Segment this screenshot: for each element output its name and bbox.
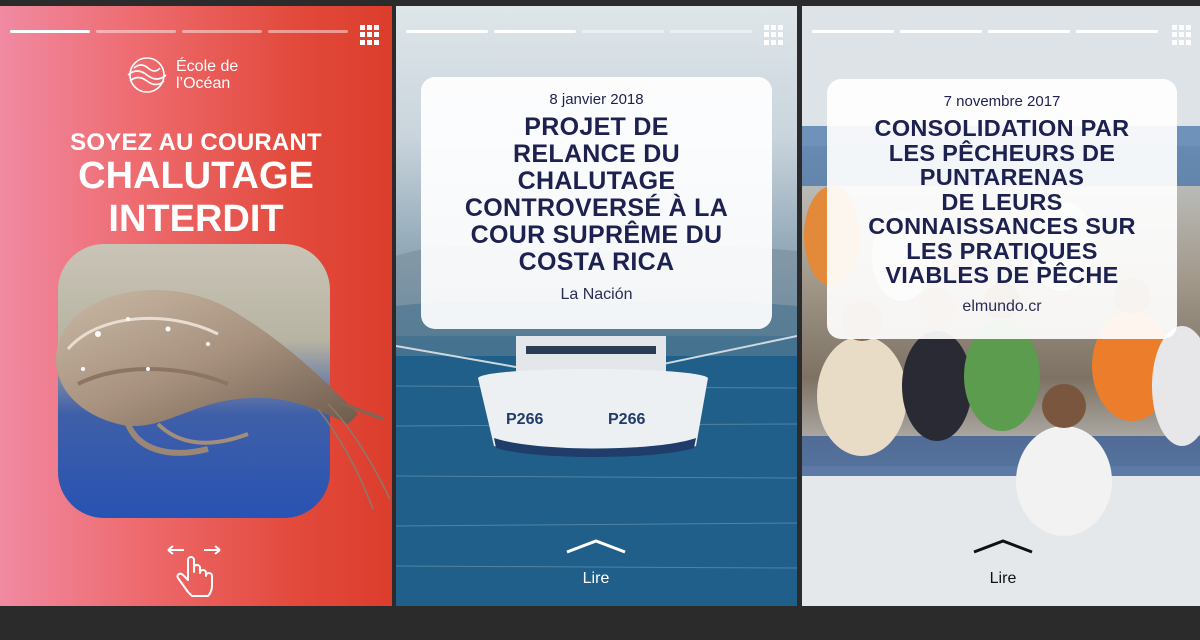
grid-icon[interactable]	[360, 25, 380, 45]
article-card[interactable]: 8 janvier 2018 PROJET DE RELANCE DU CHAL…	[421, 77, 772, 329]
headline-line: CHALUTAGE	[78, 155, 314, 197]
progress-segment	[1076, 30, 1158, 33]
headline-line: VIABLES DE PÊCHE	[885, 262, 1119, 288]
progress-segment	[268, 30, 348, 33]
headline-line: CONSOLIDATION PAR	[874, 115, 1130, 141]
chevron-up-icon	[566, 539, 626, 554]
boat-hull-number-right: P266	[608, 411, 645, 428]
story-panel-chalutage-interdit[interactable]: École de l’Océan SOYEZ AU COURANT CHALUT…	[0, 6, 392, 606]
headline-line: LES PÊCHEURS DE	[888, 139, 1116, 166]
chevron-up-icon	[973, 539, 1033, 554]
logo-text-line1: École de	[176, 58, 239, 75]
progress-segment	[900, 30, 982, 33]
headline-line: RELANCE DU	[513, 140, 680, 168]
headline-line: CONNAISSANCES SUR	[868, 213, 1136, 239]
read-button[interactable]: Lire	[968, 538, 1038, 588]
read-label: Lire	[582, 570, 610, 587]
boat-hull-number-left: P266	[506, 411, 543, 428]
headline-line: LES PRATIQUES	[906, 237, 1098, 264]
swipe-hand-icon	[167, 545, 221, 597]
progress-segment	[582, 30, 664, 33]
progress-segment	[96, 30, 176, 33]
headline-line: CONTROVERSÉ À LA	[464, 194, 729, 222]
story-progress-bar	[10, 30, 348, 33]
progress-segment	[182, 30, 262, 33]
article-source: La Nación	[560, 286, 633, 303]
headline-line: INTERDIT	[108, 198, 284, 240]
article-source: elmundo.cr	[962, 297, 1042, 315]
story-progress-bar	[812, 30, 1158, 33]
headline-line: COSTA RICA	[518, 248, 675, 276]
article-date: 8 janvier 2018	[549, 91, 644, 108]
ecole-ocean-logo-mark	[127, 57, 167, 93]
bottom-bar	[0, 606, 1200, 640]
progress-segment	[988, 30, 1070, 33]
logo-text-line2: l’Océan	[176, 75, 231, 92]
article-headline: PROJET DE RELANCE DU CHALUTAGE CONTROVER…	[421, 114, 772, 276]
story-progress-bar	[406, 30, 752, 33]
story-panel-chalutage-costa-rica[interactable]: P266 P266 8 janvier 2018 PROJET DE RELAN…	[396, 6, 797, 606]
grid-icon[interactable]	[764, 25, 784, 45]
headline-line: PROJET DE	[524, 113, 669, 141]
read-button[interactable]: Lire	[561, 538, 631, 588]
progress-segment	[10, 30, 90, 33]
progress-segment	[812, 30, 894, 33]
headline-line: PUNTARENAS	[919, 164, 1085, 190]
article-card[interactable]: 7 novembre 2017 CONSOLIDATION PAR LES PÊ…	[827, 79, 1177, 339]
story-panel-puntarenas[interactable]: 7 novembre 2017 CONSOLIDATION PAR LES PÊ…	[802, 6, 1200, 606]
headline-line: CHALUTAGE	[517, 167, 676, 195]
headline-line: DE LEURS	[941, 188, 1063, 215]
ecole-ocean-logo: École de l’Océan	[126, 56, 238, 94]
grid-icon[interactable]	[1172, 25, 1192, 45]
progress-segment	[494, 30, 576, 33]
shrimp-image	[56, 290, 391, 510]
read-label: Lire	[989, 570, 1017, 587]
progress-segment	[406, 30, 488, 33]
progress-segment	[670, 30, 752, 33]
article-date: 7 novembre 2017	[943, 93, 1061, 110]
headline-line: COUR SUPRÊME DU	[470, 221, 723, 249]
article-headline: CONSOLIDATION PAR LES PÊCHEURS DE PUNTAR…	[827, 116, 1177, 288]
headline-kicker: SOYEZ AU COURANT	[70, 129, 322, 156]
